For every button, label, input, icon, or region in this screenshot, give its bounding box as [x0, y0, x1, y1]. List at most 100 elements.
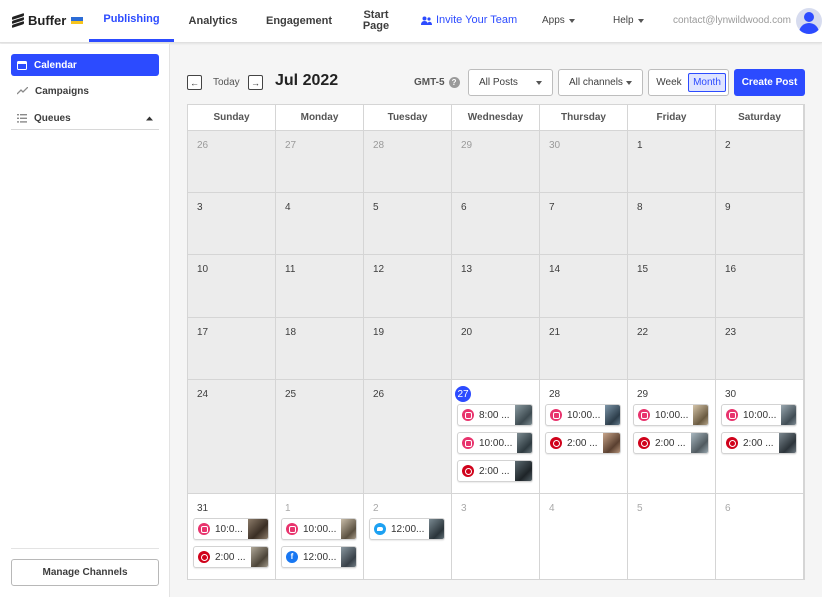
day-cell[interactable]: 3 [188, 193, 276, 255]
day-cell[interactable]: 24 [188, 380, 276, 494]
post-card[interactable]: 2:00 ... [545, 432, 621, 454]
manage-channels-button[interactable]: Manage Channels [11, 559, 159, 586]
day-cell[interactable]: 10 [188, 255, 276, 318]
post-card[interactable]: 10:00... [721, 404, 797, 426]
post-card[interactable]: 12:00... [369, 518, 445, 540]
day-cell[interactable]: 29 10:00... 2:00 ... [628, 380, 716, 494]
sidebar-divider [11, 548, 159, 549]
sidebar-item-label: Queues [34, 112, 71, 124]
post-time: 10:00... [567, 409, 601, 421]
month-view-button[interactable]: Month [688, 73, 726, 92]
create-post-button[interactable]: Create Post [734, 69, 805, 96]
day-number: 27 [285, 140, 297, 151]
day-cell[interactable]: 2 [716, 131, 804, 193]
day-cell[interactable]: 28 [364, 131, 452, 193]
day-cell[interactable]: 11 [276, 255, 364, 318]
day-cell[interactable]: 26 [364, 380, 452, 494]
post-card[interactable]: 2:00 ... [193, 546, 269, 568]
post-thumbnail [517, 433, 532, 453]
post-card[interactable]: 10:0... [193, 518, 269, 540]
apps-menu[interactable]: Apps [542, 15, 575, 26]
post-card[interactable]: 2:00 ... [457, 460, 533, 482]
day-cell[interactable]: 20 [452, 318, 540, 380]
invite-team-button[interactable]: Invite Your Team [421, 14, 517, 26]
post-card[interactable]: 10:00... [545, 404, 621, 426]
day-cell[interactable]: 5 [364, 193, 452, 255]
post-card[interactable]: 10:00... [457, 432, 533, 454]
avatar[interactable] [796, 8, 822, 34]
prev-month-button[interactable]: ← [187, 75, 202, 90]
day-cell[interactable]: 30 10:00... 2:00 ... [716, 380, 804, 494]
day-cell[interactable]: 22 [628, 318, 716, 380]
day-cell[interactable]: 6 [452, 193, 540, 255]
help-icon[interactable]: ? [448, 77, 460, 88]
buffer-logo[interactable]: Buffer [12, 12, 84, 28]
day-cell[interactable]: 4 [276, 193, 364, 255]
day-cell[interactable]: 30 [540, 131, 628, 193]
day-cell[interactable]: 31 10:0... 2:00 ... [188, 494, 276, 580]
sidebar: Calendar Campaigns Queues Manage Channel… [0, 44, 170, 597]
day-cell[interactable]: 13 [452, 255, 540, 318]
day-cell[interactable]: 12 [364, 255, 452, 318]
today-button[interactable]: Today [213, 77, 240, 88]
post-card[interactable]: 10:00... [633, 404, 709, 426]
post-card[interactable]: 12:00... [281, 546, 357, 568]
tab-analytics[interactable]: Analytics [174, 0, 252, 42]
help-menu[interactable]: Help [613, 15, 644, 26]
day-number: 19 [373, 327, 385, 338]
instagram-icon [638, 409, 650, 421]
chevron-up-icon[interactable] [146, 116, 153, 121]
day-cell[interactable]: 27 [276, 131, 364, 193]
channels-filter-select[interactable]: All channels [558, 69, 643, 96]
day-number: 8 [637, 202, 643, 213]
pinterest-icon [550, 437, 562, 449]
day-cell[interactable]: 27 8:00 ... 10:00... 2:00 ... [452, 380, 540, 494]
sidebar-item-queues[interactable]: Queues [11, 107, 159, 129]
posts-filter-select[interactable]: All Posts [468, 69, 553, 96]
tab-start-page[interactable]: Start Page [354, 0, 398, 42]
day-cell[interactable]: 2 12:00... [364, 494, 452, 580]
day-cell[interactable]: 28 10:00... 2:00 ... [540, 380, 628, 494]
day-number: 22 [637, 327, 649, 338]
day-cell[interactable]: 23 [716, 318, 804, 380]
sidebar-item-calendar[interactable]: Calendar [11, 54, 159, 76]
week-view-button[interactable]: Week [652, 73, 686, 92]
day-cell[interactable]: 25 [276, 380, 364, 494]
day-cell[interactable]: 9 [716, 193, 804, 255]
timezone-label: GMT-5? [414, 77, 460, 88]
tab-publishing[interactable]: Publishing [89, 0, 174, 42]
day-cell[interactable]: 4 [540, 494, 628, 580]
avatar-body [799, 23, 819, 34]
apps-label: Apps [542, 15, 565, 26]
day-cell[interactable]: 3 [452, 494, 540, 580]
day-cell[interactable]: 15 [628, 255, 716, 318]
day-cell[interactable]: 29 [452, 131, 540, 193]
account-email[interactable]: contact@lynwildwood.com [673, 15, 791, 26]
chevron-down-icon [626, 80, 632, 85]
day-cell[interactable]: 1 [628, 131, 716, 193]
day-cell[interactable]: 8 [628, 193, 716, 255]
next-month-button[interactable]: → [248, 75, 263, 90]
day-cell[interactable]: 18 [276, 318, 364, 380]
day-cell[interactable]: 6 [716, 494, 804, 580]
day-cell[interactable]: 16 [716, 255, 804, 318]
day-cell[interactable]: 19 [364, 318, 452, 380]
post-card[interactable]: 10:00... [281, 518, 357, 540]
day-number: 20 [461, 327, 473, 338]
calendar-grid: Sunday Monday Tuesday Wednesday Thursday Frid… [187, 104, 805, 580]
post-card[interactable]: 2:00 ... [721, 432, 797, 454]
logo-text: Buffer [28, 13, 67, 28]
day-cell[interactable]: 1 10:00... 12:00... [276, 494, 364, 580]
post-card[interactable]: 2:00 ... [633, 432, 709, 454]
post-card[interactable]: 8:00 ... [457, 404, 533, 426]
day-cell[interactable]: 26 [188, 131, 276, 193]
day-cell[interactable]: 7 [540, 193, 628, 255]
day-cell[interactable]: 14 [540, 255, 628, 318]
day-cell[interactable]: 5 [628, 494, 716, 580]
tab-engagement[interactable]: Engagement [258, 0, 340, 42]
sidebar-item-campaigns[interactable]: Campaigns [11, 80, 159, 102]
day-cell[interactable]: 17 [188, 318, 276, 380]
pinterest-icon [638, 437, 650, 449]
day-cell[interactable]: 21 [540, 318, 628, 380]
post-thumbnail [429, 519, 444, 539]
